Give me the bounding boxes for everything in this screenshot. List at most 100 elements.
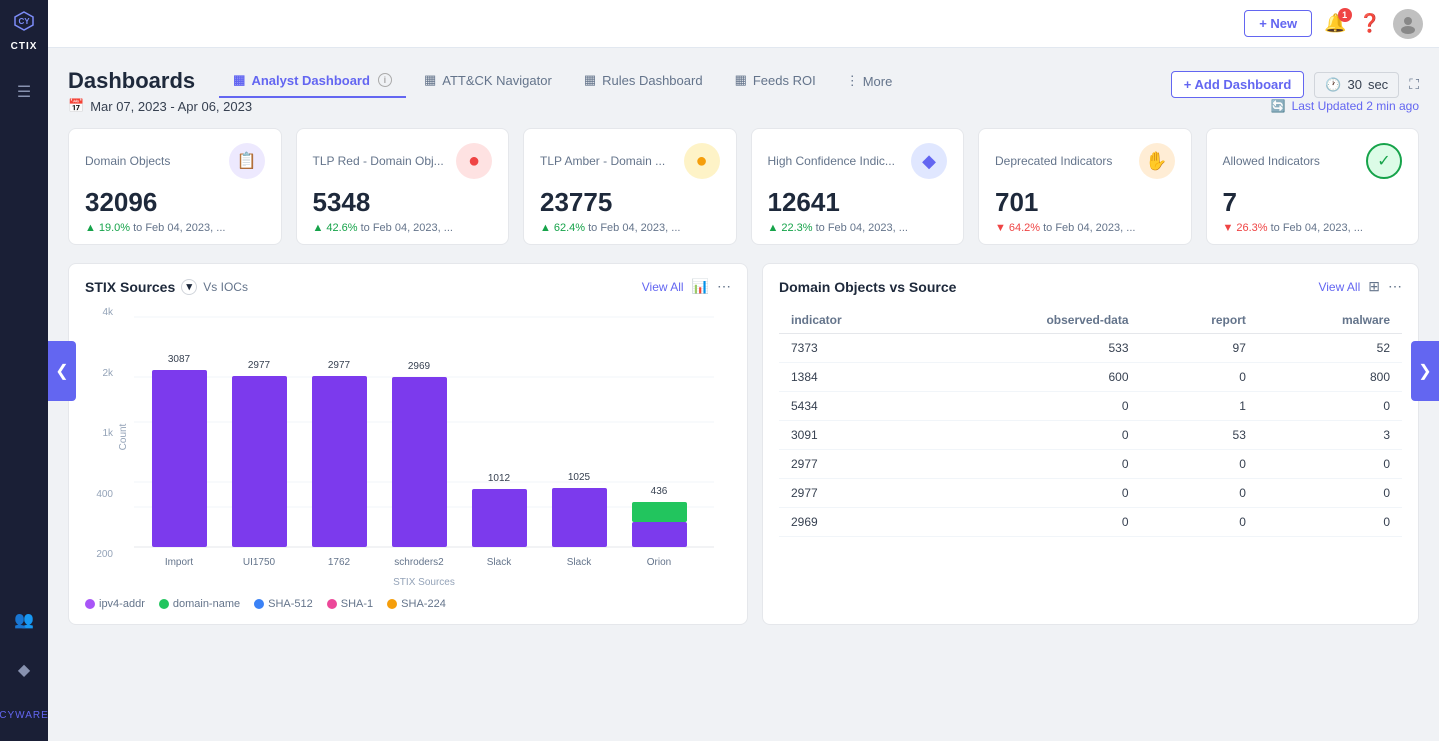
date-range-text: Mar 07, 2023 - Apr 06, 2023 (90, 99, 252, 114)
bar-schroders2[interactable] (392, 377, 447, 547)
table-cell-3-0: 3091 (779, 421, 928, 450)
stix-chart-more-icon[interactable]: ⋯ (717, 278, 731, 295)
svg-text:STIX Sources: STIX Sources (393, 577, 455, 587)
stat-value-4: 701 (995, 187, 1175, 218)
stix-bar-chart-svg: 3087 Import 2977 UI1750 2977 1762 (117, 307, 731, 587)
table-cell-4-0: 2977 (779, 450, 928, 479)
stat-value-0: 32096 (85, 187, 265, 218)
user-avatar[interactable] (1393, 9, 1423, 39)
stat-card-icon-3: ◆ (911, 143, 947, 179)
notification-icon[interactable]: 🔔 1 (1324, 13, 1346, 34)
bar-import[interactable] (152, 370, 207, 547)
table-row: 2977000 (779, 479, 1402, 508)
expand-icon[interactable]: ⛶ (1409, 76, 1419, 93)
legend-label-domain: domain-name (173, 598, 240, 610)
add-dashboard-button[interactable]: + Add Dashboard (1171, 71, 1305, 98)
stat-card-icon-0: 📋 (229, 143, 265, 179)
sidebar-diamond-icon[interactable]: ◆ (18, 660, 30, 680)
table-cell-4-2: 0 (1141, 450, 1258, 479)
nav-arrow-right[interactable]: ❯ (1411, 341, 1439, 401)
stat-arrow-2: ▲ (540, 222, 551, 234)
domain-table-more-icon[interactable]: ⋯ (1388, 278, 1402, 295)
sidebar-users-icon[interactable]: 👥 (14, 610, 34, 630)
tab-analyst-info[interactable]: i (378, 73, 392, 87)
nav-arrow-left[interactable]: ❮ (48, 341, 76, 401)
bar-1762[interactable] (312, 376, 367, 547)
tab-analyst-label: Analyst Dashboard (251, 73, 369, 88)
timer-pill[interactable]: 🕐 30 sec (1314, 72, 1399, 98)
stat-arrow-1: ▲ (313, 222, 324, 234)
stat-value-1: 5348 (313, 187, 493, 218)
stix-subtitle-text: Vs IOCs (203, 280, 248, 294)
tab-attck-navigator[interactable]: ▦ ATT&CK Navigator (410, 64, 566, 98)
tab-feeds-icon: ▦ (735, 72, 747, 88)
date-range[interactable]: 📅 Mar 07, 2023 - Apr 06, 2023 (68, 98, 252, 114)
svg-text:CY: CY (18, 17, 30, 26)
tab-attck-label: ATT&CK Navigator (442, 73, 552, 88)
stat-arrow-4: ▼ (995, 222, 1006, 234)
sidebar-menu-icon[interactable]: ☰ (17, 82, 31, 102)
stat-change-2: ▲ 62.4% to Feb 04, 2023, ... (540, 222, 720, 234)
table-cell-3-3: 3 (1258, 421, 1402, 450)
legend-dot-ipv4 (85, 599, 95, 609)
col-header-indicator: indicator (779, 307, 928, 334)
stat-change-3: ▲ 22.3% to Feb 04, 2023, ... (768, 222, 948, 234)
stix-dropdown-icon[interactable]: ▾ (181, 279, 197, 295)
table-cell-2-1: 0 (928, 392, 1140, 421)
table-row: 2969000 (779, 508, 1402, 537)
bar-slack-2[interactable] (552, 488, 607, 547)
table-cell-0-1: 533 (928, 334, 1140, 363)
legend-domain-name: domain-name (159, 598, 240, 610)
legend-label-sha1: SHA-1 (341, 598, 373, 610)
bar-ui1750[interactable] (232, 376, 287, 547)
table-cell-4-1: 0 (928, 450, 1140, 479)
last-updated[interactable]: 🔄 Last Updated 2 min ago (1271, 99, 1419, 113)
table-header-row: indicator observed-data report malware (779, 307, 1402, 334)
table-cell-5-0: 2977 (779, 479, 928, 508)
svg-text:UI1750: UI1750 (243, 557, 276, 568)
stat-card-title-0: Domain Objects (85, 154, 170, 168)
svg-text:1762: 1762 (328, 557, 351, 568)
stix-chart-bar-icon[interactable]: 📊 (692, 278, 709, 295)
svg-text:1025: 1025 (568, 472, 591, 483)
topbar: + New 🔔 1 ❓ (48, 0, 1439, 48)
more-button[interactable]: ⋮ More (834, 65, 905, 97)
tab-rules-dashboard[interactable]: ▦ Rules Dashboard (570, 64, 717, 98)
bar-slack-1[interactable] (472, 489, 527, 547)
legend-dot-sha512 (254, 599, 264, 609)
page-title: Dashboards (68, 68, 195, 94)
table-cell-3-1: 0 (928, 421, 1140, 450)
legend-label-sha512: SHA-512 (268, 598, 313, 610)
table-row: 13846000800 (779, 363, 1402, 392)
table-cell-1-1: 600 (928, 363, 1140, 392)
more-dots-icon: ⋮ (846, 73, 859, 89)
svg-text:Slack: Slack (487, 557, 512, 568)
stat-card-tlp-red: TLP Red - Domain Obj... ● 5348 ▲ 42.6% t… (296, 128, 510, 245)
table-cell-0-3: 52 (1258, 334, 1402, 363)
stat-change-4: ▼ 64.2% to Feb 04, 2023, ... (995, 222, 1175, 234)
tab-analyst-dashboard[interactable]: ▦ Analyst Dashboard i (219, 64, 406, 98)
bar-orion-green[interactable] (632, 502, 687, 522)
table-cell-6-1: 0 (928, 508, 1140, 537)
legend-label-sha224: SHA-224 (401, 598, 446, 610)
stat-card-allowed: Allowed Indicators ✓ 7 ▼ 26.3% to Feb 04… (1206, 128, 1420, 245)
legend-sha512: SHA-512 (254, 598, 313, 610)
legend-ipv4: ipv4-addr (85, 598, 145, 610)
stix-sources-chart: STIX Sources ▾ Vs IOCs View All 📊 ⋯ 4k 2… (68, 263, 748, 625)
timer-unit: sec (1368, 77, 1388, 92)
tab-feeds-label: Feeds ROI (753, 73, 816, 88)
tab-feeds-roi[interactable]: ▦ Feeds ROI (721, 64, 830, 98)
table-cell-1-0: 1384 (779, 363, 928, 392)
help-icon[interactable]: ❓ (1359, 13, 1381, 34)
domain-table-grid-icon[interactable]: ⊞ (1368, 278, 1380, 295)
stat-change-0: ▲ 19.0% to Feb 04, 2023, ... (85, 222, 265, 234)
table-row: 30910533 (779, 421, 1402, 450)
table-cell-6-3: 0 (1258, 508, 1402, 537)
svg-text:Orion: Orion (647, 557, 671, 568)
bar-orion-purple[interactable] (632, 522, 687, 547)
new-button[interactable]: + New (1244, 10, 1312, 37)
stat-card-title-4: Deprecated Indicators (995, 154, 1112, 168)
stix-view-all-link[interactable]: View All (642, 280, 684, 294)
domain-view-all-link[interactable]: View All (1318, 280, 1360, 294)
svg-text:3087: 3087 (168, 354, 191, 365)
